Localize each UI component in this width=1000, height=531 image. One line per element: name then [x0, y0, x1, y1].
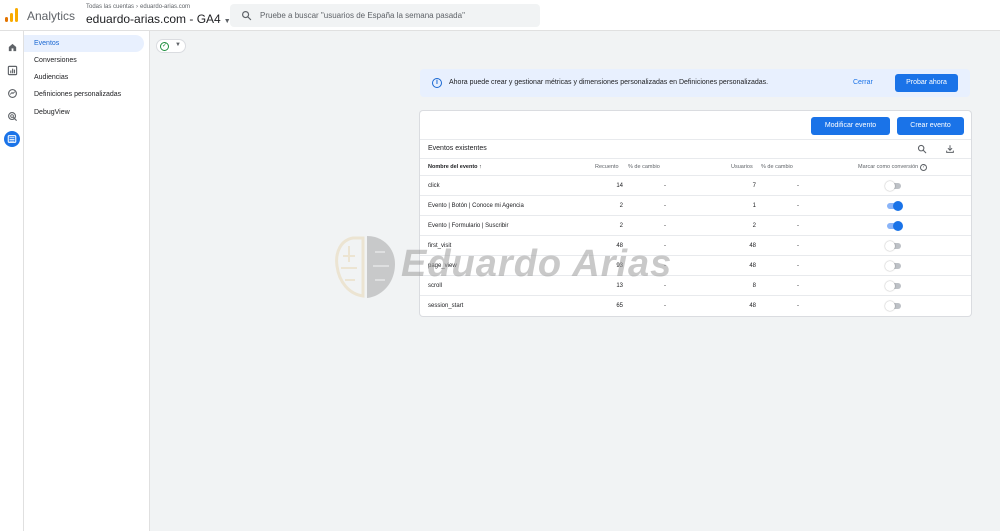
- event-name[interactable]: page_view: [428, 263, 457, 269]
- event-name[interactable]: scroll: [428, 283, 442, 289]
- subnav-item-conversiones[interactable]: Conversiones: [24, 52, 144, 69]
- event-users: 7: [752, 183, 756, 189]
- conversion-toggle[interactable]: [885, 281, 903, 291]
- info-banner: i Ahora puede crear y gestionar métricas…: [420, 69, 970, 97]
- chevron-right-icon: ›: [136, 4, 139, 10]
- search-icon: [242, 11, 252, 21]
- table-row[interactable]: Evento | Botón | Conoce mi Agencia 2 - 1 -: [420, 195, 971, 215]
- event-name[interactable]: session_start: [428, 303, 463, 309]
- event-name[interactable]: click: [428, 183, 440, 189]
- event-count-change: -: [664, 183, 666, 189]
- event-users-change: -: [797, 303, 799, 309]
- caret-down-icon: ▼: [175, 42, 181, 48]
- event-users: 1: [752, 203, 756, 209]
- event-users-change: -: [797, 243, 799, 249]
- app-title: Analytics: [27, 9, 76, 23]
- column-header-count-change[interactable]: % de cambio: [628, 164, 660, 170]
- column-header-count[interactable]: Recuento: [595, 164, 619, 170]
- search-input[interactable]: [260, 8, 530, 23]
- event-users: 2: [752, 223, 756, 229]
- event-count: 65: [616, 303, 623, 309]
- conversion-toggle[interactable]: [885, 301, 903, 311]
- table-row[interactable]: scroll 13 - 8 -: [420, 275, 971, 295]
- breadcrumb-account[interactable]: eduardo-arias.com: [140, 4, 190, 10]
- search-bar[interactable]: [230, 4, 540, 27]
- configure-subnav: Eventos Conversiones Audiencias Definici…: [24, 31, 150, 531]
- watermark-brain-logo: [335, 236, 395, 298]
- search-icon[interactable]: [917, 144, 927, 154]
- event-count-change: -: [664, 203, 666, 209]
- event-users: 48: [749, 263, 756, 269]
- event-count-change: -: [664, 303, 666, 309]
- download-icon[interactable]: [945, 144, 955, 154]
- dismiss-banner-button[interactable]: Cerrar: [853, 79, 873, 86]
- event-users: 8: [752, 283, 756, 289]
- conversion-toggle[interactable]: [885, 181, 903, 191]
- configure-icon[interactable]: [4, 131, 20, 147]
- create-event-button[interactable]: Crear evento: [897, 117, 964, 135]
- event-count-change: -: [664, 243, 666, 249]
- nav-rail: [0, 31, 24, 531]
- conversion-toggle[interactable]: [885, 261, 903, 271]
- info-icon: i: [432, 78, 442, 88]
- event-count: 13: [616, 283, 623, 289]
- banner-message: Ahora puede crear y gestionar métricas y…: [449, 79, 769, 86]
- event-count-change: -: [664, 223, 666, 229]
- modify-event-button[interactable]: Modificar evento: [811, 117, 890, 135]
- divider: [420, 158, 971, 159]
- event-name[interactable]: first_visit: [428, 243, 451, 249]
- property-selector[interactable]: eduardo-arias.com - GA4 ▼: [86, 12, 231, 26]
- column-header-name[interactable]: Nombre del evento ↑: [428, 164, 482, 170]
- event-count: 2: [619, 203, 623, 209]
- event-count-change: -: [664, 283, 666, 289]
- event-users: 48: [749, 243, 756, 249]
- property-name: eduardo-arias.com - GA4: [86, 12, 221, 26]
- column-header-conversion: Marcar como conversión ?: [858, 164, 927, 171]
- table-row[interactable]: Evento | Formulario | Suscribir 2 - 2 -: [420, 215, 971, 235]
- event-count: 48: [616, 243, 623, 249]
- table-row[interactable]: session_start 65 - 48 -: [420, 295, 971, 315]
- data-status-chip[interactable]: ✓ ▼: [156, 39, 186, 53]
- event-users-change: -: [797, 283, 799, 289]
- event-users-change: -: [797, 203, 799, 209]
- event-count: 93: [616, 263, 623, 269]
- breadcrumb[interactable]: Todas las cuentas › eduardo-arias.com: [86, 4, 190, 10]
- help-icon[interactable]: ?: [919, 164, 927, 171]
- events-card: Modificar evento Crear evento Eventos ex…: [420, 111, 971, 316]
- advertising-icon[interactable]: [4, 108, 20, 124]
- arrow-up-icon: ↑: [479, 164, 482, 170]
- subnav-item-audiencias[interactable]: Audiencias: [24, 69, 144, 86]
- event-name[interactable]: Evento | Botón | Conoce mi Agencia: [428, 203, 524, 209]
- subnav-item-definiciones[interactable]: Definiciones personalizadas: [24, 86, 144, 103]
- conversion-toggle[interactable]: [885, 221, 903, 231]
- table-row[interactable]: click 14 - 7 -: [420, 175, 971, 195]
- analytics-logo-icon[interactable]: [5, 8, 19, 22]
- column-header-users-change[interactable]: % de cambio: [761, 164, 793, 170]
- event-users-change: -: [797, 183, 799, 189]
- card-title: Eventos existentes: [428, 145, 487, 152]
- event-count: 14: [616, 183, 623, 189]
- event-name[interactable]: Evento | Formulario | Suscribir: [428, 223, 508, 229]
- home-icon[interactable]: [4, 39, 20, 55]
- table-row[interactable]: page_view 93 - 48 -: [420, 255, 971, 275]
- subnav-item-eventos[interactable]: Eventos: [24, 35, 144, 52]
- event-users-change: -: [797, 263, 799, 269]
- check-circle-icon: ✓: [160, 42, 169, 51]
- event-count-change: -: [664, 263, 666, 269]
- divider: [420, 139, 971, 140]
- event-users-change: -: [797, 223, 799, 229]
- try-now-button[interactable]: Probar ahora: [895, 74, 958, 92]
- explore-icon[interactable]: [4, 85, 20, 101]
- conversion-toggle[interactable]: [885, 241, 903, 251]
- subnav-item-debugview[interactable]: DebugView: [24, 104, 144, 121]
- conversion-toggle[interactable]: [885, 201, 903, 211]
- column-header-users[interactable]: Usuarios: [731, 164, 753, 170]
- event-users: 48: [749, 303, 756, 309]
- reports-icon[interactable]: [4, 62, 20, 78]
- event-count: 2: [619, 223, 623, 229]
- breadcrumb-accounts[interactable]: Todas las cuentas: [86, 4, 134, 10]
- top-bar: Analytics Todas las cuentas › eduardo-aria…: [0, 0, 1000, 31]
- table-row[interactable]: first_visit 48 - 48 -: [420, 235, 971, 255]
